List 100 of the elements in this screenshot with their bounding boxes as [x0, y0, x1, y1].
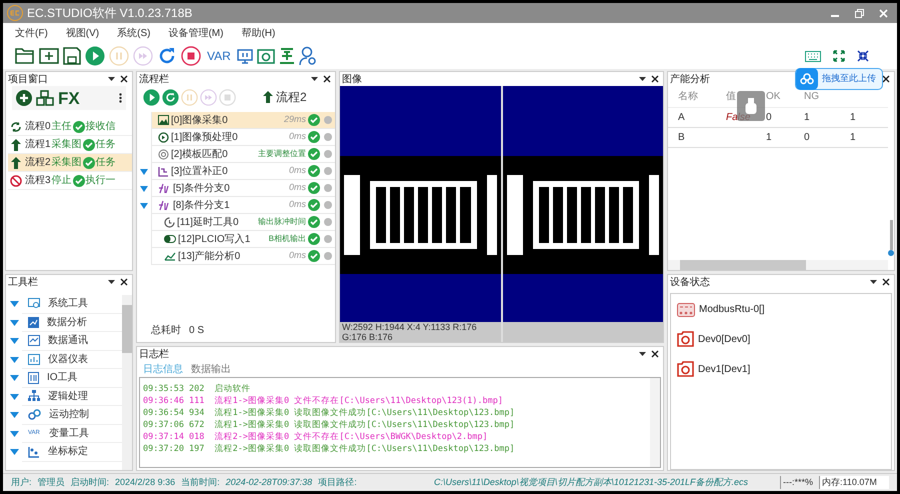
dropdown-icon[interactable]: [639, 352, 646, 356]
flow-list-item[interactable]: 流程0主任 接收信: [8, 118, 132, 136]
flow-step-item[interactable]: [13]产能分析0 0ms: [151, 248, 335, 265]
panel-title: 项目窗口: [8, 72, 48, 86]
panel-title: 流程栏: [139, 72, 169, 86]
camera-icon: [677, 331, 694, 347]
flow-step-item[interactable]: [2]模板匹配0 主要调整位置: [151, 146, 335, 163]
close-icon[interactable]: [651, 75, 659, 83]
var-button[interactable]: VAR: [205, 47, 233, 65]
loop-run-icon[interactable]: [162, 88, 179, 106]
log-line: 09:36:54 934 流程1->图像采集0 读取图像文件成功[C:\Users\11\Desktop\123.bmp]: [143, 408, 516, 419]
status-dot-icon: [324, 116, 332, 124]
log-tab[interactable]: 数据输出: [191, 362, 231, 376]
expand-arrow-icon[interactable]: [10, 430, 18, 437]
device-item[interactable]: ModbusRtu-0[]: [677, 302, 885, 317]
app-logo-icon: [7, 5, 23, 21]
flow-step-item[interactable]: [0]图像采集0 29ms: [151, 112, 335, 129]
device-item[interactable]: Dev0[Dev0]: [677, 331, 885, 347]
menu-item[interactable]: 帮助(H): [241, 26, 276, 40]
menu-item[interactable]: 设备管理(M): [168, 26, 224, 40]
axis-icon: [158, 166, 169, 176]
chart-icon: [28, 316, 39, 328]
flow-step-item[interactable]: [5]条件分支0 0ms: [151, 180, 335, 197]
stop-icon[interactable]: [181, 46, 201, 66]
close-icon[interactable]: [323, 75, 331, 83]
table-cell-text: 1: [766, 131, 773, 145]
expand-arrow-icon[interactable]: [10, 449, 18, 456]
close-icon[interactable]: [120, 75, 128, 83]
collapse-icon[interactable]: [857, 50, 869, 62]
device-item[interactable]: Dev1[Dev1]: [677, 361, 885, 377]
close-icon[interactable]: [882, 75, 890, 83]
image-info: G:176 B:176: [342, 332, 394, 342]
expand-arrow-icon[interactable]: [10, 301, 18, 308]
expand-arrow-icon[interactable]: [10, 375, 18, 382]
gauge-icon: [28, 354, 40, 365]
status-dot-icon: [324, 252, 332, 260]
report-icon[interactable]: [278, 47, 295, 65]
expand-arrow-icon[interactable]: [140, 168, 148, 174]
flow-step-item[interactable]: [12]PLCIO写入1 B相机输出: [151, 231, 335, 248]
restore-icon[interactable]: [854, 8, 864, 18]
flow-step-item[interactable]: [1]图像预处理0 0ms: [151, 129, 335, 146]
window-title: EC.STUDIO软件 V1.0.23.718B: [27, 5, 192, 22]
menu-item[interactable]: 系统(S): [117, 26, 150, 40]
column-header: NG: [804, 90, 820, 104]
close-icon[interactable]: [120, 278, 128, 286]
flow-step-item[interactable]: [3]位置补正0 0ms: [151, 163, 335, 180]
fx-label[interactable]: FX: [58, 90, 80, 106]
flow-step-item[interactable]: [11]延时工具0 输出脉冲时间: [151, 214, 335, 231]
table-cell-text: A: [677, 111, 686, 125]
close-icon[interactable]: [651, 350, 659, 358]
total-time-value: 0 S: [189, 324, 204, 338]
expand-arrow-icon[interactable]: [140, 186, 148, 192]
dropdown-icon[interactable]: [311, 76, 318, 82]
dropdown-icon[interactable]: [108, 76, 115, 82]
cubes-icon[interactable]: [36, 90, 54, 106]
folder-icon[interactable]: [15, 47, 35, 65]
monitor-icon[interactable]: [236, 47, 253, 65]
total-time-label: 总耗时: [151, 324, 181, 338]
menu-item[interactable]: 文件(F): [15, 26, 48, 40]
save-icon[interactable]: [63, 47, 81, 65]
dropdown-icon[interactable]: [639, 76, 646, 82]
cpu-usage: ---:***%: [780, 476, 813, 490]
expand-icon[interactable]: [833, 50, 845, 62]
panel-title: 产能分析: [670, 72, 710, 86]
tool-category-item[interactable]: 数据分析: [22, 314, 122, 332]
table-cell-text: 0: [804, 131, 811, 145]
flow-list-item[interactable]: 流程2采集图 任务: [8, 154, 132, 172]
keyboard-icon[interactable]: [805, 50, 821, 62]
dropdown-icon[interactable]: [870, 280, 877, 284]
refresh-icon[interactable]: [157, 46, 177, 66]
more-icon[interactable]: [119, 93, 122, 103]
image-info: W:2592 H:1944 X:4 Y:1133 R:176: [342, 322, 478, 332]
add-icon[interactable]: [16, 90, 32, 106]
expand-arrow-icon[interactable]: [140, 202, 148, 208]
toggle-icon: [164, 235, 176, 243]
expand-arrow-icon[interactable]: [10, 394, 18, 400]
status-label: 用户:: [11, 476, 32, 489]
scrollbar[interactable]: [668, 260, 888, 270]
user-name: 管理员: [38, 476, 65, 489]
expand-arrow-icon[interactable]: [10, 412, 18, 418]
close-icon[interactable]: [882, 278, 890, 286]
camera-icon[interactable]: [256, 47, 275, 65]
new-file-icon[interactable]: [39, 47, 59, 65]
scrollbar[interactable]: [122, 295, 132, 470]
upload-widget[interactable]: 拖拽至此上传: [795, 68, 883, 90]
memory-usage: 内存:110.07M: [819, 476, 889, 490]
scrollbar[interactable]: [650, 378, 660, 467]
expand-arrow-icon[interactable]: [10, 338, 18, 344]
run-icon[interactable]: [143, 88, 160, 106]
panel-title: 设备状态: [670, 276, 710, 290]
plc-icon: [677, 302, 695, 316]
panel-title: 图像: [342, 72, 362, 86]
check-icon: [308, 182, 320, 194]
expand-arrow-icon[interactable]: [10, 356, 18, 363]
flow-list-item[interactable]: 流程3停止 执行一: [8, 172, 132, 190]
menu-item[interactable]: 视图(V): [66, 26, 100, 40]
user-settings-icon[interactable]: [298, 46, 317, 66]
expand-arrow-icon[interactable]: [10, 320, 18, 326]
dropdown-icon[interactable]: [108, 280, 115, 284]
flow-step-item[interactable]: [8]条件分支1 0ms: [151, 197, 335, 214]
